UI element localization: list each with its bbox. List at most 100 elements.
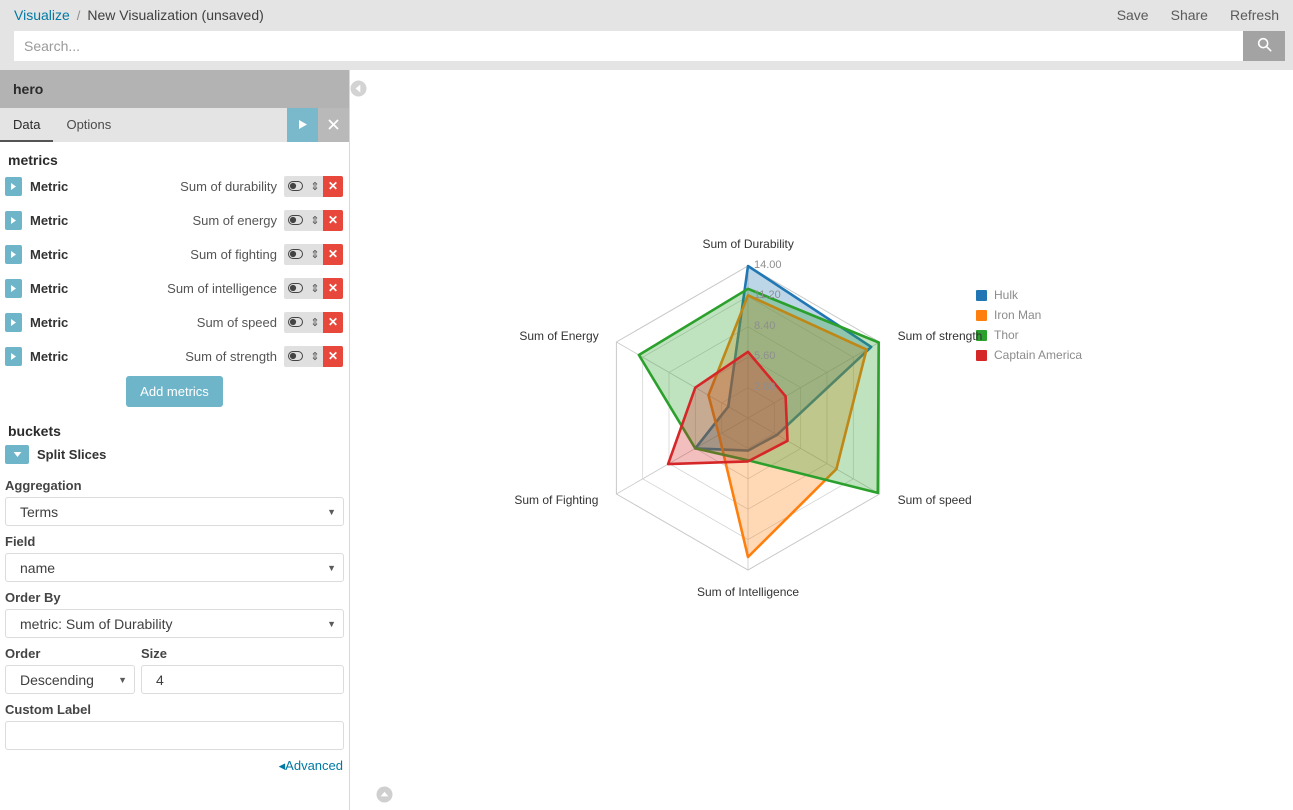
expand-arrow-icon[interactable] xyxy=(5,177,22,196)
metric-row[interactable]: Metric Sum of strength ⇕ ✕ xyxy=(0,342,349,370)
metric-reorder-icon[interactable]: ⇕ xyxy=(307,210,323,231)
top-navigation-bar: Visualize / New Visualization (unsaved) … xyxy=(0,0,1293,30)
radar-axis-label: Sum of strength xyxy=(898,329,983,343)
legend-item[interactable]: Hulk xyxy=(976,288,1082,302)
breadcrumb-visualize-link[interactable]: Visualize xyxy=(14,7,70,23)
size-input-value: 4 xyxy=(156,672,164,688)
expand-arrow-icon[interactable] xyxy=(5,245,22,264)
order-by-select-value: metric: Sum of Durability xyxy=(20,616,172,632)
metric-reorder-icon[interactable]: ⇕ xyxy=(307,346,323,367)
metric-row[interactable]: Metric Sum of fighting ⇕ ✕ xyxy=(0,240,349,268)
advanced-toggle-link[interactable]: ◂Advanced xyxy=(279,758,343,774)
discard-changes-button[interactable] xyxy=(318,108,349,142)
metric-remove-button[interactable]: ✕ xyxy=(323,210,343,231)
field-select[interactable]: name ▼ xyxy=(5,553,344,582)
metric-remove-button[interactable]: ✕ xyxy=(323,244,343,265)
breadcrumb: Visualize / New Visualization (unsaved) xyxy=(14,7,264,23)
metric-remove-button[interactable]: ✕ xyxy=(323,176,343,197)
tab-data[interactable]: Data xyxy=(0,108,53,142)
add-metrics-button[interactable]: Add metrics xyxy=(126,376,223,407)
legend-color-swatch xyxy=(976,290,987,301)
legend-item[interactable]: Thor xyxy=(976,328,1082,342)
metric-toggle-icon[interactable] xyxy=(284,244,307,265)
expand-arrow-icon[interactable] xyxy=(5,313,22,332)
legend-item[interactable]: Captain America xyxy=(976,348,1082,362)
sidebar-collapse-button[interactable] xyxy=(349,78,367,98)
legend-item[interactable]: Iron Man xyxy=(976,308,1082,322)
size-input[interactable]: 4 xyxy=(141,665,344,694)
metric-toggle-icon[interactable] xyxy=(284,278,307,299)
order-select-value: Descending xyxy=(20,672,94,688)
advanced-row: ◂Advanced xyxy=(0,750,349,780)
metric-row[interactable]: Metric Sum of durability ⇕ ✕ xyxy=(0,172,349,200)
radar-axis-label: Sum of Durability xyxy=(703,237,794,251)
metric-reorder-icon[interactable]: ⇕ xyxy=(307,176,323,197)
metric-type-label: Metric xyxy=(30,213,68,228)
metric-remove-button[interactable]: ✕ xyxy=(323,346,343,367)
legend-color-swatch xyxy=(976,350,987,361)
metric-type-label: Metric xyxy=(30,179,68,194)
tab-options[interactable]: Options xyxy=(53,108,124,142)
metric-row[interactable]: Metric Sum of energy ⇕ ✕ xyxy=(0,206,349,234)
metric-remove-button[interactable]: ✕ xyxy=(323,278,343,299)
expand-arrow-icon[interactable] xyxy=(5,279,22,298)
radar-axis-label: Sum of Fighting xyxy=(514,493,598,507)
order-by-select[interactable]: metric: Sum of Durability ▼ xyxy=(5,609,344,638)
refresh-link[interactable]: Refresh xyxy=(1230,7,1279,23)
custom-label-field-group: Custom Label xyxy=(0,702,349,750)
sidebar-scroll-area[interactable]: metrics Metric Sum of durability ⇕ ✕ xyxy=(0,142,349,810)
metric-row[interactable]: Metric Sum of intelligence ⇕ ✕ xyxy=(0,274,349,302)
legend-series-label: Captain America xyxy=(994,348,1082,362)
metric-toggle-icon[interactable] xyxy=(284,176,307,197)
radar-chart[interactable] xyxy=(350,70,1293,810)
metric-controls: ⇕ ✕ xyxy=(284,278,343,299)
metric-controls: ⇕ ✕ xyxy=(284,176,343,197)
apply-changes-button[interactable] xyxy=(287,108,318,142)
custom-label-input[interactable] xyxy=(5,721,344,750)
order-select[interactable]: Descending ▼ xyxy=(5,665,135,694)
radar-axis-label: Sum of Energy xyxy=(519,329,598,343)
metric-toggle-icon[interactable] xyxy=(284,312,307,333)
metric-remove-button[interactable]: ✕ xyxy=(323,312,343,333)
main-body: hero Data Options xyxy=(0,70,1293,810)
metric-toggle-icon[interactable] xyxy=(284,210,307,231)
add-metrics-row: Add metrics xyxy=(0,376,349,407)
metric-toggle-icon[interactable] xyxy=(284,346,307,367)
chart-legend: Hulk Iron Man Thor Captain America xyxy=(976,288,1082,362)
share-link[interactable]: Share xyxy=(1171,7,1208,23)
order-field-group: Order Descending ▼ xyxy=(5,638,135,694)
legend-series-label: Hulk xyxy=(994,288,1018,302)
search-control-group xyxy=(14,31,1285,61)
scroll-to-top-button[interactable] xyxy=(376,786,394,804)
chevron-down-icon[interactable] xyxy=(5,445,29,464)
custom-label-label: Custom Label xyxy=(5,702,344,717)
save-link[interactable]: Save xyxy=(1117,7,1149,23)
metric-row[interactable]: Metric Sum of speed ⇕ ✕ xyxy=(0,308,349,336)
metric-controls: ⇕ ✕ xyxy=(284,210,343,231)
metric-aggregation-label: Sum of intelligence xyxy=(167,281,284,296)
search-bar xyxy=(0,30,1293,70)
search-input[interactable] xyxy=(14,31,1243,61)
expand-arrow-icon[interactable] xyxy=(5,211,22,230)
order-size-row: Order Descending ▼ Size 4 xyxy=(0,638,349,694)
visualization-editor-sidebar: hero Data Options xyxy=(0,70,350,810)
metric-reorder-icon[interactable]: ⇕ xyxy=(307,244,323,265)
radial-tick-label: 11.20 xyxy=(754,289,781,301)
radar-axis-label: Sum of Intelligence xyxy=(697,585,799,599)
order-by-label: Order By xyxy=(5,590,344,605)
search-submit-button[interactable] xyxy=(1243,31,1285,61)
sidebar-index-title: hero xyxy=(0,70,349,108)
buckets-heading: buckets xyxy=(0,413,349,443)
tab-action-buttons xyxy=(287,108,349,142)
bucket-type-label: Split Slices xyxy=(37,447,106,462)
metric-aggregation-label: Sum of fighting xyxy=(190,247,284,262)
aggregation-field-group: Aggregation Terms ▼ xyxy=(0,478,349,526)
metric-type-label: Metric xyxy=(30,247,68,262)
aggregation-select[interactable]: Terms ▼ xyxy=(5,497,344,526)
metric-reorder-icon[interactable]: ⇕ xyxy=(307,278,323,299)
expand-arrow-icon[interactable] xyxy=(5,347,22,366)
metric-reorder-icon[interactable]: ⇕ xyxy=(307,312,323,333)
metric-aggregation-label: Sum of speed xyxy=(197,315,284,330)
metric-type-label: Metric xyxy=(30,281,68,296)
radial-tick-label: 5.60 xyxy=(754,350,775,362)
